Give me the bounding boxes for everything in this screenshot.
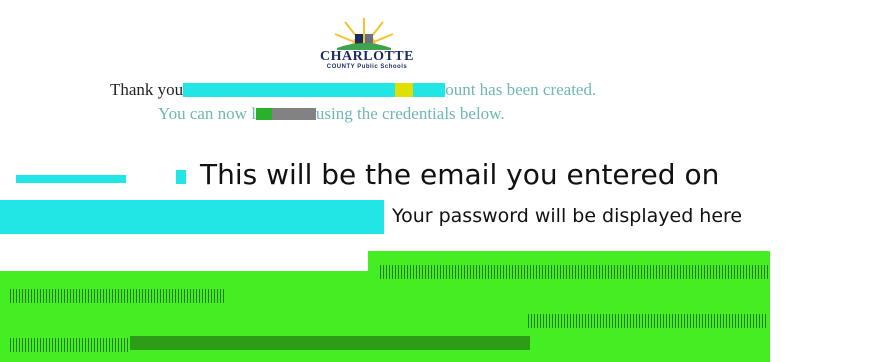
garbled-text-line	[10, 289, 225, 303]
garbled-text-line	[10, 338, 130, 352]
redacted-block	[395, 83, 414, 97]
garbled-text-bar	[130, 336, 530, 350]
redacted-label-block	[176, 170, 186, 184]
confirmation-line-2: You can now l using the credentials below…	[158, 104, 738, 128]
redacted-label-block	[16, 175, 126, 183]
confirmation-line-1: Thank you ount has been created.	[110, 80, 770, 104]
sun-logo-icon	[334, 18, 394, 50]
garbled-text-line	[380, 265, 768, 279]
line2-end: using the credentials below.	[315, 104, 505, 123]
redacted-block	[183, 83, 396, 97]
logo-brand-text: CHARLOTTE	[320, 49, 414, 64]
logo-subtitle: COUNTY Public Schools	[263, 64, 471, 70]
redacted-block	[255, 108, 272, 120]
redacted-block	[271, 108, 316, 120]
redacted-block	[413, 83, 446, 97]
email-value-text: This will be the email you entered on	[200, 158, 720, 191]
logo-sub-right: Public Schools	[357, 64, 408, 70]
line1-start: Thank you	[110, 80, 184, 99]
password-value-text: Your password will be displayed here	[392, 205, 743, 227]
line2-start: You can now l	[158, 104, 256, 123]
garbled-text-line	[528, 314, 768, 328]
logo-sub-left: COUNTY	[326, 64, 356, 70]
district-logo: CHARLOTTE COUNTY Public Schools	[263, 12, 471, 76]
redacted-password-label	[0, 200, 384, 234]
note-block-notch	[0, 251, 368, 271]
line1-end: ount has been created.	[445, 80, 597, 99]
